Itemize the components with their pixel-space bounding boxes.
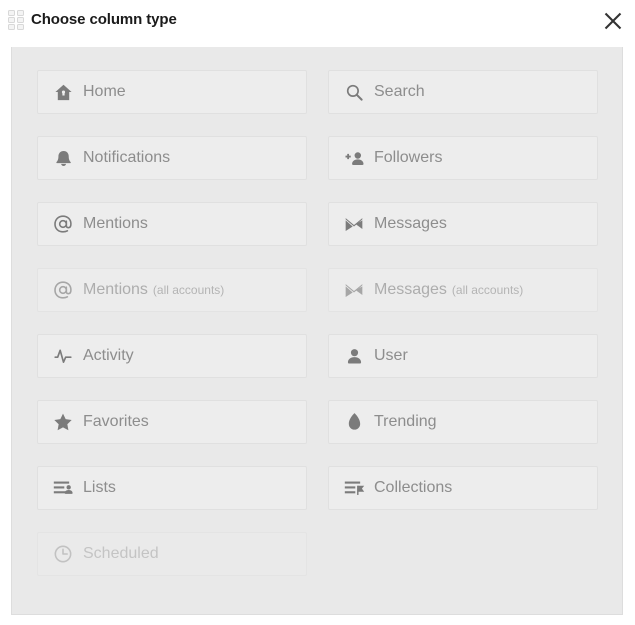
bell-icon xyxy=(52,147,74,169)
pulse-icon xyxy=(52,345,74,367)
column-option-label: Home xyxy=(83,83,126,100)
column-option-followers[interactable]: Followers xyxy=(328,136,598,180)
column-option-label: Activity xyxy=(83,347,134,364)
column-option-label: Notifications xyxy=(83,149,171,166)
column-option-mentions-all-accounts[interactable]: Mentions (all accounts) xyxy=(37,268,307,312)
column-option-notifications[interactable]: Notifications xyxy=(37,136,307,180)
titlebar-left-group: Choose column type xyxy=(8,10,177,30)
column-option-mentions[interactable]: Mentions xyxy=(37,202,307,246)
page-title: Choose column type xyxy=(31,11,177,28)
column-option-home[interactable]: Home xyxy=(37,70,307,114)
columns-grid-icon xyxy=(8,10,24,30)
column-option-user[interactable]: User xyxy=(328,334,598,378)
envelope-icon xyxy=(343,213,365,235)
column-option-suffix: (all accounts) xyxy=(152,283,225,297)
column-option-label: Lists xyxy=(83,479,116,496)
column-option-label: Mentions xyxy=(83,281,148,298)
column-option-collections[interactable]: Collections xyxy=(328,466,598,510)
close-button[interactable] xyxy=(598,8,628,38)
column-option-label: Search xyxy=(374,83,425,100)
search-icon xyxy=(343,81,365,103)
column-type-grid: Home Search Notifications Followers Ment… xyxy=(37,70,599,576)
flame-icon xyxy=(343,411,365,433)
column-option-label: User xyxy=(374,347,408,364)
column-option-lists[interactable]: Lists xyxy=(37,466,307,510)
home-icon xyxy=(52,81,74,103)
column-option-favorites[interactable]: Favorites xyxy=(37,400,307,444)
star-icon xyxy=(52,411,74,433)
column-option-label: Followers xyxy=(374,149,443,166)
list-pin-icon xyxy=(343,477,365,499)
column-option-label: Messages xyxy=(374,281,447,298)
column-option-search[interactable]: Search xyxy=(328,70,598,114)
close-icon xyxy=(602,10,624,37)
dialog-titlebar: Choose column type xyxy=(0,0,635,47)
column-option-suffix: (all accounts) xyxy=(451,283,524,297)
column-option-messages[interactable]: Messages xyxy=(328,202,598,246)
column-option-scheduled: Scheduled xyxy=(37,532,307,576)
column-option-label: Favorites xyxy=(83,413,149,430)
column-option-label: Scheduled xyxy=(83,545,159,562)
column-option-label: Trending xyxy=(374,413,437,430)
envelope-icon xyxy=(343,279,365,301)
column-option-label: Mentions xyxy=(83,215,148,232)
column-option-label: Messages xyxy=(374,215,447,232)
list-person-icon xyxy=(52,477,74,499)
column-option-messages-all-accounts[interactable]: Messages (all accounts) xyxy=(328,268,598,312)
grid-empty-cell xyxy=(328,532,598,576)
column-option-activity[interactable]: Activity xyxy=(37,334,307,378)
person-icon xyxy=(343,345,365,367)
column-option-trending[interactable]: Trending xyxy=(328,400,598,444)
add-person-icon xyxy=(343,147,365,169)
clock-icon xyxy=(52,543,74,565)
column-option-label: Collections xyxy=(374,479,453,496)
at-sign-icon xyxy=(52,279,74,301)
at-sign-icon xyxy=(52,213,74,235)
column-type-panel: Home Search Notifications Followers Ment… xyxy=(11,47,623,615)
